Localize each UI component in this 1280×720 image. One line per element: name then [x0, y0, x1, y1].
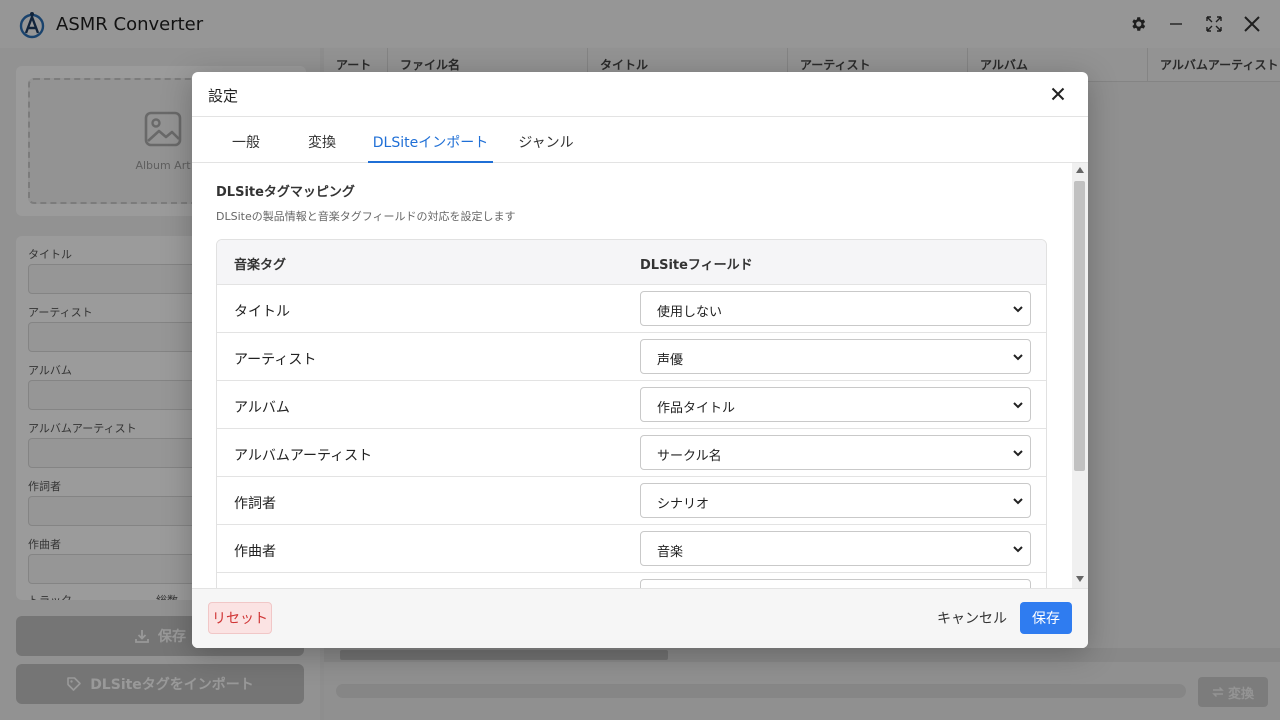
table-row: タイトル 使用しない	[217, 284, 1046, 332]
chevron-down-icon	[1013, 354, 1023, 361]
composer-mapping-select[interactable]: 音楽	[640, 531, 1031, 566]
row-tag-label: アーティスト	[234, 352, 317, 368]
save-button[interactable]: 保存	[1020, 602, 1072, 634]
table-row: アルバム 作品タイトル	[217, 380, 1046, 428]
album-mapping-select[interactable]: 作品タイトル	[640, 387, 1031, 422]
table-row	[217, 572, 1046, 588]
tab-general[interactable]: 一般	[216, 117, 276, 163]
artist-mapping-select[interactable]: 声優	[640, 339, 1031, 374]
section-title: DLSiteタグマッピング	[216, 185, 355, 200]
chevron-down-icon	[1013, 402, 1023, 409]
select-value: シナリオ	[657, 497, 710, 512]
table-row: アーティスト 声優	[217, 332, 1046, 380]
select-value: 使用しない	[657, 305, 723, 320]
next-mapping-select[interactable]	[640, 579, 1031, 588]
tag-mapping-table: 音楽タグ DLSiteフィールド タイトル 使用しない アーティスト 声優 アル…	[216, 239, 1047, 588]
mapping-table-header: 音楽タグ DLSiteフィールド	[217, 240, 1046, 284]
dialog-header: 設定	[192, 72, 1088, 117]
vertical-scrollbar[interactable]	[1072, 163, 1088, 588]
close-icon[interactable]	[1048, 84, 1068, 104]
select-value: 作品タイトル	[657, 401, 736, 416]
row-tag-label: アルバム	[234, 400, 290, 416]
settings-dialog: 設定 一般 変換 DLSiteインポート ジャンル DLSiteタグマッピング …	[192, 72, 1088, 648]
settings-tabs: 一般 変換 DLSiteインポート ジャンル	[192, 117, 1088, 163]
table-row: アルバムアーティスト サークル名	[217, 428, 1046, 476]
chevron-down-icon	[1013, 498, 1023, 505]
album-artist-mapping-select[interactable]: サークル名	[640, 435, 1031, 470]
header-music-tag: 音楽タグ	[234, 258, 287, 273]
select-value: 声優	[657, 353, 684, 368]
table-row: 作詞者 シナリオ	[217, 476, 1046, 524]
lyricist-mapping-select[interactable]: シナリオ	[640, 483, 1031, 518]
reset-button[interactable]: リセット	[208, 602, 272, 634]
table-row: 作曲者 音楽	[217, 524, 1046, 572]
scroll-down-arrow-icon[interactable]	[1076, 576, 1084, 582]
tab-dlsite-import[interactable]: DLSiteインポート	[368, 117, 493, 163]
select-value: 音楽	[657, 545, 684, 560]
dialog-body: DLSiteタグマッピング DLSiteの製品情報と音楽タグフィールドの対応を設…	[192, 163, 1072, 588]
dialog-footer: リセット キャンセル 保存	[192, 588, 1088, 648]
chevron-down-icon	[1013, 450, 1023, 457]
select-value: サークル名	[657, 449, 722, 464]
tab-genre[interactable]: ジャンル	[510, 117, 582, 163]
tab-conversion[interactable]: 変換	[292, 117, 352, 163]
row-tag-label: タイトル	[234, 304, 290, 320]
cancel-button[interactable]: キャンセル	[934, 602, 1010, 634]
row-tag-label: 作詞者	[234, 496, 276, 512]
title-mapping-select[interactable]: 使用しない	[640, 291, 1031, 326]
chevron-down-icon	[1013, 546, 1023, 553]
section-description: DLSiteの製品情報と音楽タグフィールドの対応を設定します	[216, 210, 516, 223]
row-tag-label: 作曲者	[234, 544, 276, 560]
header-dlsite-field: DLSiteフィールド	[640, 258, 753, 273]
row-tag-label: アルバムアーティスト	[234, 448, 373, 464]
chevron-down-icon	[1013, 306, 1023, 313]
dialog-title: 設定	[208, 87, 239, 105]
scroll-up-arrow-icon[interactable]	[1076, 167, 1084, 173]
vertical-scrollbar-thumb[interactable]	[1074, 181, 1085, 471]
